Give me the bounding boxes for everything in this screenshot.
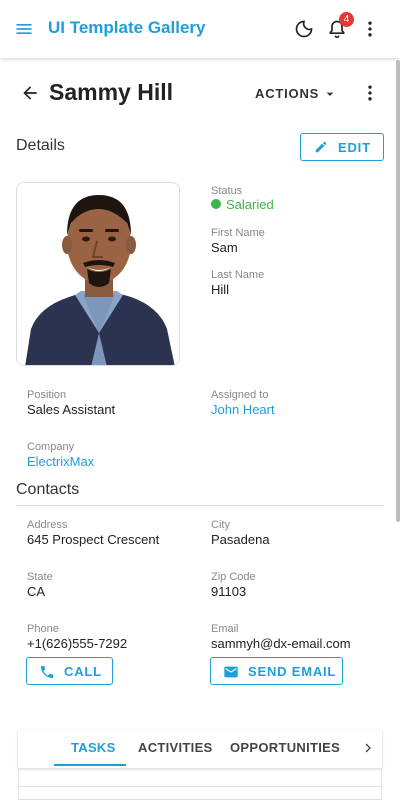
state-label: State bbox=[27, 571, 53, 583]
avatar bbox=[16, 182, 180, 366]
assigned-label: Assigned to bbox=[211, 389, 269, 401]
zip-value: 91103 bbox=[211, 584, 247, 599]
position-label: Position bbox=[27, 389, 67, 401]
caret-down-icon[interactable] bbox=[322, 86, 338, 102]
contact-name: Sammy Hill bbox=[49, 79, 173, 105]
section-divider bbox=[16, 505, 384, 506]
company-label: Company bbox=[27, 441, 75, 453]
pencil-icon bbox=[315, 141, 327, 153]
tab-tasks[interactable]: TASKS bbox=[71, 740, 116, 755]
phone-icon bbox=[41, 666, 53, 678]
tab-opportunities[interactable]: OPPORTUNITIES bbox=[230, 740, 340, 755]
zip-label: Zip Code bbox=[211, 571, 256, 583]
city-value: Pasadena bbox=[211, 532, 270, 547]
city-label: City bbox=[211, 519, 230, 531]
menu-icon[interactable] bbox=[14, 19, 34, 39]
mail-icon bbox=[224, 666, 238, 678]
scrollbar[interactable] bbox=[396, 60, 400, 522]
status-value: Salaried bbox=[226, 197, 274, 212]
call-button[interactable]: CALL bbox=[26, 657, 113, 685]
tab-activities[interactable]: ACTIVITIES bbox=[138, 740, 213, 755]
call-button-label: CALL bbox=[64, 664, 102, 679]
address-value: 645 Prospect Crescent bbox=[27, 532, 160, 547]
app-bar: UI Template Gallery 4 bbox=[0, 0, 400, 58]
tab-panel-row-divider bbox=[19, 786, 381, 787]
email-value: sammyh@dx-email.com bbox=[211, 636, 351, 651]
send-email-button-label: SEND EMAIL bbox=[248, 664, 337, 679]
chevron-right-icon[interactable] bbox=[360, 740, 376, 756]
phone-label: Phone bbox=[27, 623, 59, 635]
state-value: CA bbox=[27, 584, 46, 599]
last-name-label: Last Name bbox=[211, 269, 265, 281]
actions-dropdown[interactable]: ACTIONS bbox=[255, 86, 319, 101]
contacts-title: Contacts bbox=[16, 481, 80, 498]
first-name-value: Sam bbox=[211, 240, 238, 255]
company-link[interactable]: ElectrixMax bbox=[27, 454, 94, 469]
address-label: Address bbox=[27, 519, 68, 531]
phone-value: +1(626)555-7292 bbox=[27, 636, 128, 651]
tab-bar: TASKS ACTIVITIES OPPORTUNITIES bbox=[18, 730, 382, 768]
first-name-label: First Name bbox=[211, 227, 265, 239]
notification-badge: 4 bbox=[339, 12, 354, 27]
more-vert-icon[interactable] bbox=[360, 19, 380, 39]
more-vert-icon[interactable] bbox=[360, 83, 380, 103]
edit-button[interactable]: EDIT bbox=[300, 133, 384, 161]
active-tab-indicator bbox=[54, 764, 126, 766]
position-value: Sales Assistant bbox=[27, 402, 116, 417]
assigned-link[interactable]: John Heart bbox=[211, 402, 275, 417]
status-indicator-dot bbox=[211, 199, 221, 209]
edit-button-label: EDIT bbox=[338, 140, 371, 155]
moon-icon[interactable] bbox=[294, 19, 314, 39]
status-label: Status bbox=[211, 185, 243, 197]
last-name-value: Hill bbox=[211, 282, 230, 297]
tab-panel bbox=[18, 768, 382, 800]
details-title: Details bbox=[16, 137, 65, 154]
app-title[interactable]: UI Template Gallery bbox=[48, 18, 205, 38]
send-email-button[interactable]: SEND EMAIL bbox=[210, 657, 343, 685]
email-label: Email bbox=[211, 623, 239, 635]
back-arrow-icon[interactable] bbox=[20, 83, 40, 103]
